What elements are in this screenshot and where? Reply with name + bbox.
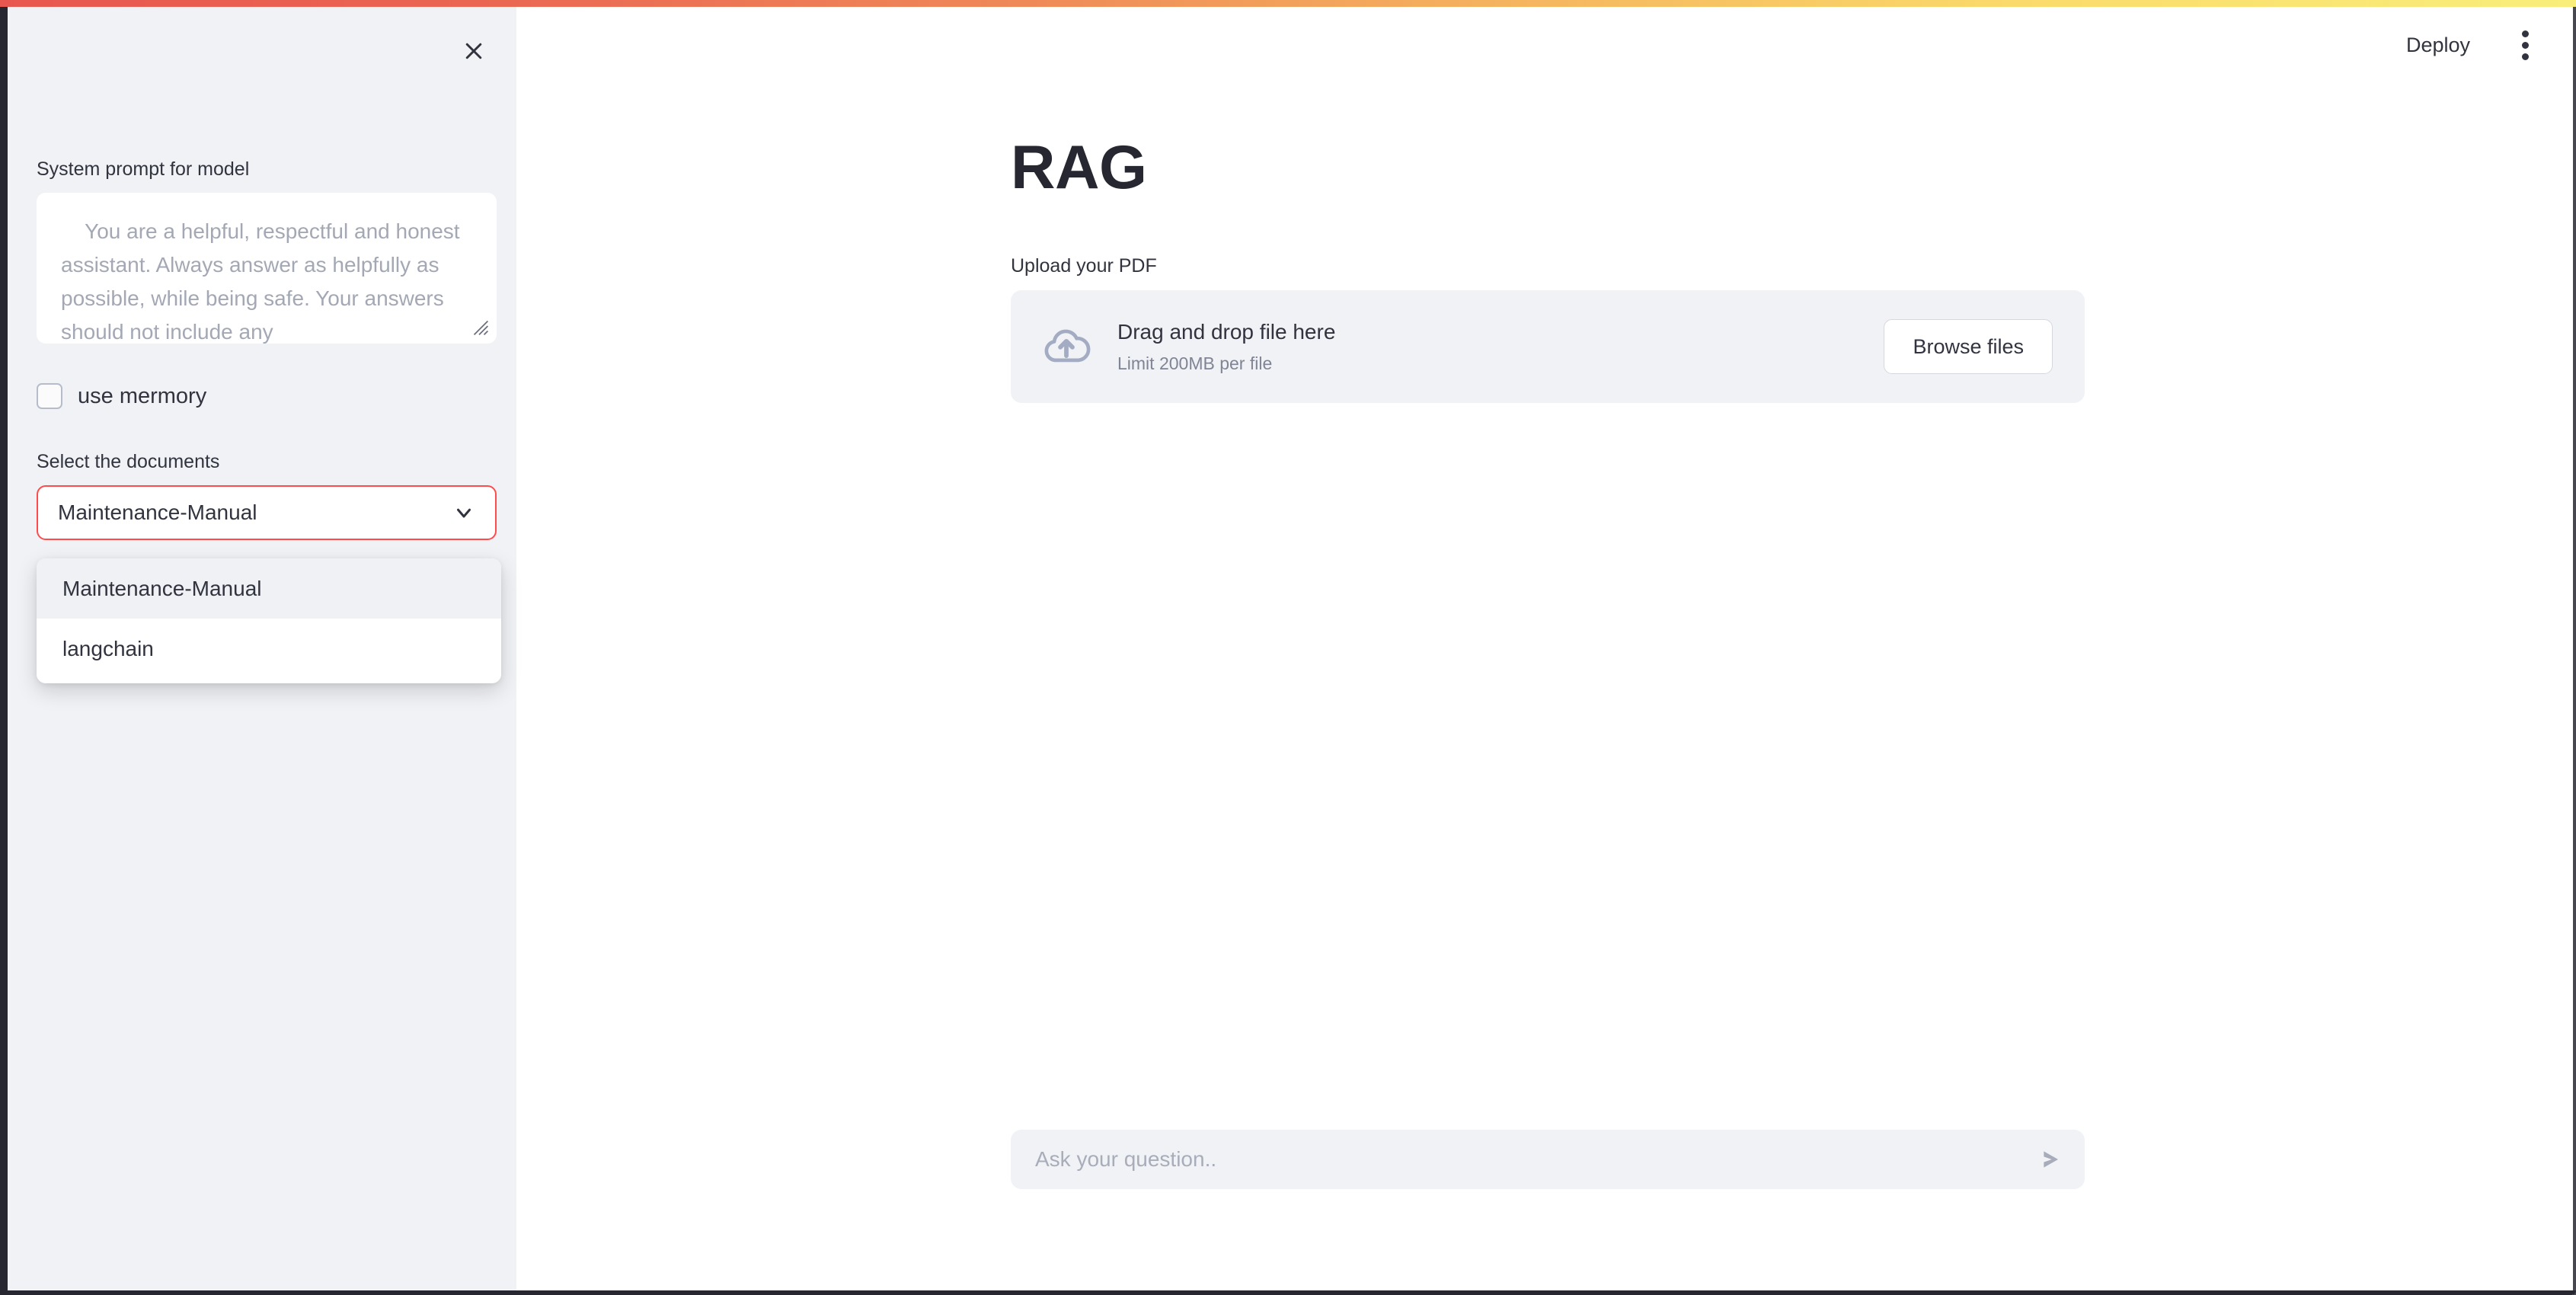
documents-select-section: Select the documents Maintenance-Manual (37, 449, 497, 540)
documents-select-dropdown: Maintenance-Manual langchain (37, 558, 501, 683)
select-option-label: langchain (62, 636, 154, 660)
resize-grip-icon[interactable] (469, 316, 489, 336)
documents-select-value: Maintenance-Manual (58, 500, 257, 524)
page-title: RAG (1011, 133, 1147, 202)
sidebar: System prompt for model You are a helpfu… (8, 7, 516, 1290)
kebab-dot-icon (2522, 30, 2529, 37)
chat-input-bar[interactable]: Ask your question.. (1011, 1130, 2085, 1189)
system-prompt-textarea[interactable]: You are a helpful, respectful and honest… (37, 193, 497, 344)
checkbox-box-icon (37, 383, 62, 409)
system-prompt-text: You are a helpful, respectful and honest… (61, 219, 466, 344)
select-option-langchain[interactable]: langchain (37, 619, 501, 679)
kebab-dot-icon (2522, 53, 2529, 60)
dropzone-limit: Limit 200MB per file (1117, 353, 1273, 374)
documents-select-label: Select the documents (37, 451, 220, 472)
main-content: RAG Upload your PDF Drag and drop file h… (1011, 137, 2085, 403)
sidebar-close-button[interactable] (452, 30, 495, 72)
deploy-button[interactable]: Deploy (2395, 27, 2481, 63)
chat-input[interactable]: Ask your question.. (1035, 1149, 2034, 1170)
file-dropzone[interactable]: Drag and drop file here Limit 200MB per … (1011, 290, 2085, 403)
top-gradient-bar (0, 0, 2576, 7)
documents-select-input[interactable]: Maintenance-Manual (37, 485, 497, 540)
dropzone-text: Drag and drop file here Limit 200MB per … (1117, 318, 1858, 375)
streamlit-app-window: System prompt for model You are a helpfu… (0, 0, 2576, 1295)
kebab-dot-icon (2522, 41, 2529, 49)
upload-section-label: Upload your PDF (1011, 255, 1157, 277)
use-memory-checkbox[interactable]: use mermory (37, 383, 206, 409)
select-option-label: Maintenance-Manual (62, 576, 262, 600)
system-prompt-label: System prompt for model (37, 158, 250, 180)
cloud-upload-icon (1044, 329, 1091, 363)
window-frame-bottom (0, 1290, 2576, 1295)
browse-files-button[interactable]: Browse files (1884, 319, 2053, 374)
app-header: Deploy (516, 7, 2573, 83)
send-icon[interactable] (2034, 1144, 2065, 1175)
main-menu-button[interactable] (2511, 23, 2539, 68)
window-frame-right (2573, 7, 2576, 1295)
use-memory-label: use mermory (78, 383, 207, 408)
window-frame-left (0, 7, 8, 1295)
bottom-fade-overlay (516, 1191, 2573, 1290)
sidebar-content: System prompt for model You are a helpfu… (37, 156, 497, 540)
select-option-maintenance-manual[interactable]: Maintenance-Manual (37, 558, 501, 619)
close-icon (465, 43, 482, 59)
dropzone-title: Drag and drop file here (1117, 320, 1336, 344)
chevron-down-icon (457, 508, 471, 518)
